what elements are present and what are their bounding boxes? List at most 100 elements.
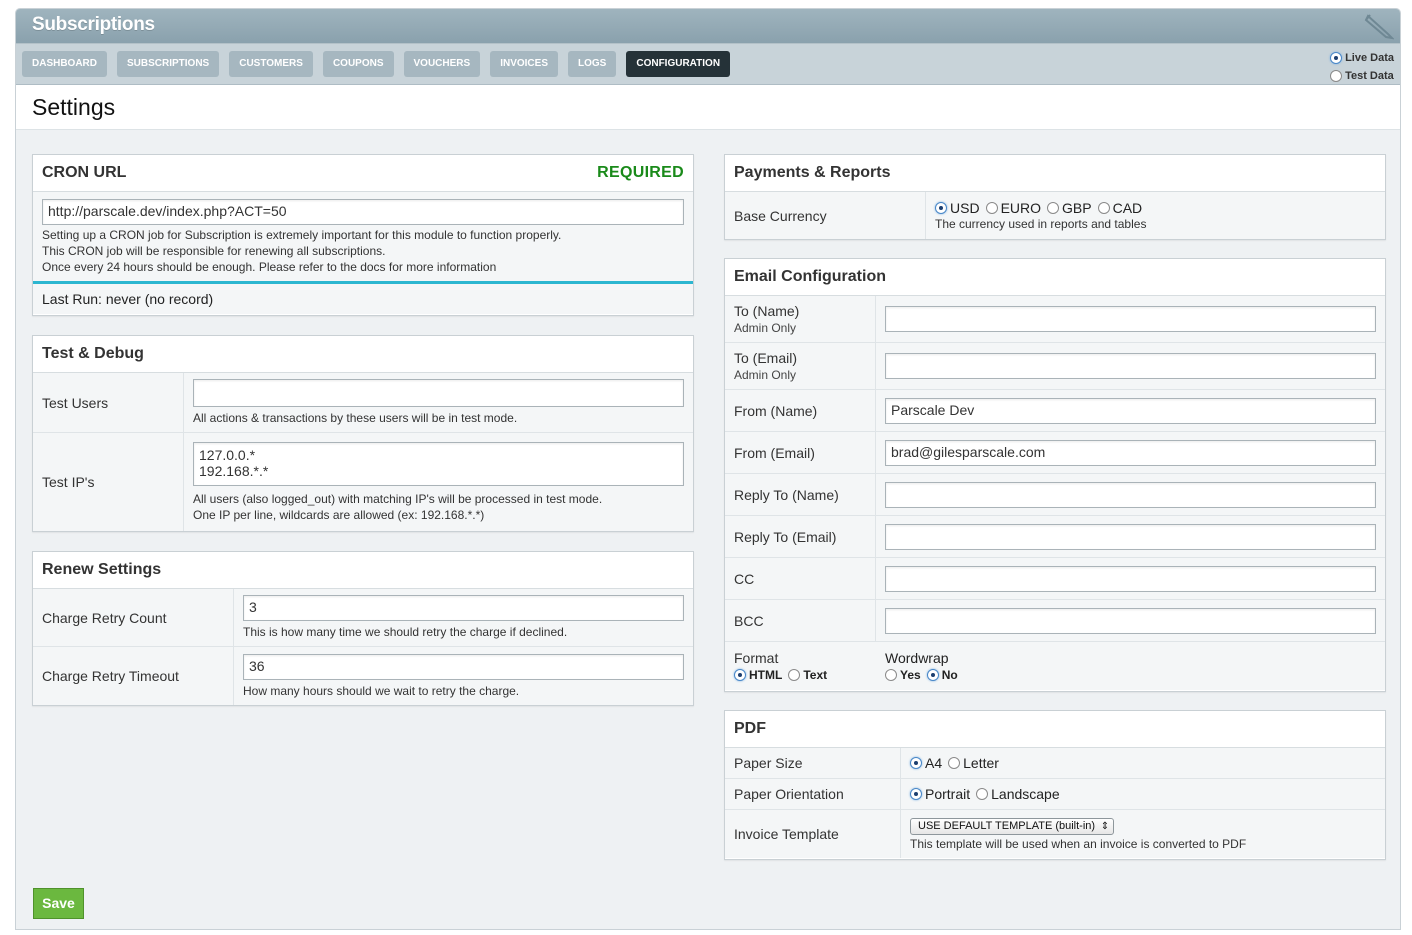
tab-configuration[interactable]: CONFIGURATION [626, 51, 731, 77]
from-name-input[interactable]: Parscale Dev [885, 397, 1376, 424]
orientation-label: Paper Orientation [725, 779, 901, 809]
live-data-label: Live Data [1345, 52, 1394, 64]
format-text-label: Text [803, 668, 828, 682]
invoice-template-help: This template will be used when an invoi… [910, 837, 1247, 851]
cc-input[interactable] [885, 565, 1376, 592]
nav-bar: DASHBOARD SUBSCRIPTIONS CUSTOMERS COUPON… [16, 43, 1400, 85]
bcc-input[interactable] [885, 607, 1376, 634]
paper-letter-label: Letter [963, 755, 999, 771]
to-name-input[interactable] [885, 306, 1376, 332]
invoice-template-select[interactable]: USE DEFAULT TEMPLATE (built-in) [910, 818, 1115, 835]
renew-panel: Renew Settings Charge Retry Count 3 This… [32, 551, 694, 706]
test-users-label: Test Users [33, 373, 184, 432]
app-window: Subscriptions DASHBOARD SUBSCRIPTIONS CU… [15, 8, 1401, 930]
currency-usd-label: USD [950, 199, 980, 216]
to-email-sub: Admin Only [734, 368, 797, 382]
format-html-label: HTML [749, 668, 783, 682]
pencil-logo-icon [1364, 14, 1394, 40]
from-email-label: From (Email) [725, 432, 876, 473]
test-users-help: All actions & transactions by these user… [193, 411, 518, 425]
cron-help-1: Setting up a CRON job for Subscription i… [42, 228, 562, 242]
pdf-title: PDF [725, 711, 1385, 748]
email-title: Email Configuration [725, 259, 1385, 296]
payments-title: Payments & Reports [725, 155, 1385, 192]
orientation-portrait-radio[interactable] [910, 788, 922, 800]
currency-euro-label: EURO [1000, 199, 1042, 216]
currency-cad-radio[interactable] [1097, 201, 1110, 214]
reply-email-label: Reply To (Email) [725, 516, 876, 557]
currency-cad-label: CAD [1112, 199, 1143, 216]
paper-a4-label: A4 [925, 755, 943, 771]
page-title: Settings [16, 85, 1400, 130]
cron-last-run: Last Run: never (no record) [33, 284, 693, 314]
reply-name-input[interactable] [885, 481, 1376, 508]
tab-logs[interactable]: LOGS [568, 51, 617, 77]
reply-email-input[interactable] [885, 523, 1376, 550]
renew-title: Renew Settings [33, 552, 693, 589]
cron-url-input[interactable]: http://parscale.dev/index.php?ACT=50 [42, 199, 684, 225]
from-email-input[interactable]: brad@gilesparscale.com [885, 439, 1376, 466]
pdf-panel: PDF Paper Size A4 Letter Paper Orientati… [724, 710, 1386, 860]
test-ips-help-1: All users (also logged_out) with matchin… [193, 491, 603, 506]
required-badge: REQUIRED [597, 164, 684, 181]
paper-letter-radio[interactable] [948, 757, 961, 769]
retry-timeout-label: Charge Retry Timeout [33, 647, 234, 705]
cron-title: CRON URL [42, 164, 127, 181]
test-ips-label: Test IP's [33, 433, 184, 531]
format-label: Format [734, 650, 779, 666]
paper-a4-radio[interactable] [910, 757, 922, 769]
tab-invoices[interactable]: INVOICES [490, 51, 558, 77]
retry-count-help: This is how many time we should retry th… [243, 625, 568, 639]
test-debug-title: Test & Debug [33, 336, 693, 373]
wordwrap-yes-label: Yes [900, 668, 921, 682]
format-html-radio[interactable] [734, 669, 746, 681]
retry-timeout-help: How many hours should we wait to retry t… [243, 683, 520, 698]
tab-subscriptions[interactable]: SUBSCRIPTIONS [117, 51, 220, 77]
retry-count-label: Charge Retry Count [33, 589, 234, 646]
tab-vouchers[interactable]: VOUCHERS [403, 51, 481, 77]
cron-panel: CRON URL REQUIRED http://parscale.dev/in… [32, 154, 694, 316]
to-name-label: To (Name) [734, 303, 800, 319]
to-email-input[interactable] [885, 353, 1376, 379]
retry-count-input[interactable]: 3 [243, 595, 684, 621]
retry-timeout-input[interactable]: 36 [243, 653, 684, 680]
currency-euro-radio[interactable] [985, 201, 998, 214]
wordwrap-no-label: No [941, 668, 958, 682]
paper-size-label: Paper Size [725, 748, 901, 778]
test-ips-textarea[interactable]: 127.0.0.* 192.168.*.* [193, 441, 684, 486]
bcc-label: BCC [725, 600, 876, 641]
app-titlebar: Subscriptions [16, 9, 1400, 43]
test-data-radio[interactable] [1330, 70, 1343, 82]
email-panel: Email Configuration To (Name) Admin Only … [724, 258, 1386, 692]
orientation-portrait-label: Portrait [925, 786, 971, 802]
wordwrap-yes-radio[interactable] [885, 669, 897, 681]
currency-usd-radio[interactable] [935, 201, 947, 214]
reply-name-label: Reply To (Name) [725, 474, 876, 515]
orientation-landscape-radio[interactable] [976, 788, 989, 800]
base-currency-label: Base Currency [725, 192, 926, 239]
data-mode-switch: Live Data Test Data [1330, 49, 1394, 85]
tab-customers[interactable]: CUSTOMERS [229, 51, 313, 77]
payments-panel: Payments & Reports Base Currency USD EUR… [724, 154, 1386, 240]
app-title: Subscriptions [32, 14, 155, 35]
cron-help-3: Once every 24 hours should be enough. Pl… [42, 260, 497, 274]
test-debug-panel: Test & Debug Test Users All actions & tr… [32, 335, 694, 532]
cc-label: CC [725, 558, 876, 599]
from-name-label: From (Name) [725, 390, 876, 431]
to-name-sub: Admin Only [734, 321, 797, 335]
wordwrap-no-radio[interactable] [926, 669, 939, 681]
test-users-input[interactable] [193, 379, 684, 407]
tab-coupons[interactable]: COUPONS [322, 51, 394, 77]
invoice-template-label: Invoice Template [725, 810, 901, 858]
currency-gbp-radio[interactable] [1047, 201, 1060, 214]
live-data-radio[interactable] [1330, 52, 1343, 64]
test-ips-help-2: One IP per line, wildcards are allowed (… [193, 507, 485, 522]
test-data-label: Test Data [1345, 70, 1394, 82]
cron-help-2: This CRON job will be responsible for re… [42, 244, 386, 258]
currency-gbp-label: GBP [1062, 199, 1092, 216]
tab-dashboard[interactable]: DASHBOARD [22, 51, 107, 77]
cron-panel-header: CRON URL REQUIRED [33, 155, 693, 192]
save-button[interactable]: Save [33, 888, 84, 919]
currency-help: The currency used in reports and tables [935, 216, 1147, 231]
format-text-radio[interactable] [788, 669, 801, 681]
